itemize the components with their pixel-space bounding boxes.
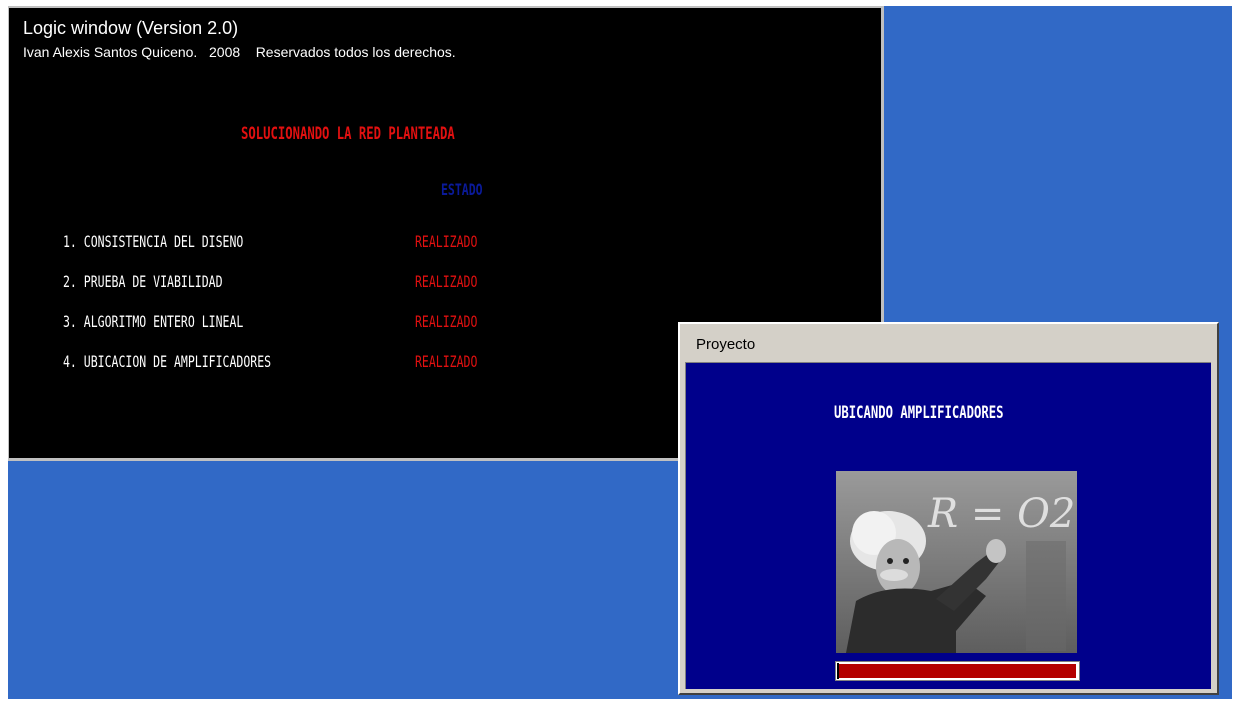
app-title: Logic window (Version 2.0) [23,18,239,38]
step-label: 3. ALGORITMO ENTERO LINEAL [63,312,244,331]
chalkboard-formula: R = O2 [927,491,1075,537]
progress-bar [835,661,1080,681]
dialog-title: Proyecto [696,336,756,353]
process-heading: SOLUCIONANDO LA RED PLANTEADA [241,124,455,144]
dialog-body: UBICANDO AMPLIFICADORES R = O2 [685,362,1211,689]
status-column-header: ESTADO [441,180,483,199]
step-label: 2. PRUEBA DE VIABILIDAD [63,272,223,291]
step-label: 1. CONSISTENCIA DEL DISENO [63,232,244,251]
step-label: 4. UBICACION DE AMPLIFICADORES [63,352,272,371]
step-status: REALIZADO [415,232,478,251]
progress-fill [839,664,1076,678]
dialog-message: UBICANDO AMPLIFICADORES [834,403,1004,423]
step-status: REALIZADO [415,352,478,371]
proyecto-dialog[interactable]: Proyecto UBICANDO AMPLIFICADORES R = O2 [678,322,1219,695]
scientist-chalkboard-image: R = O2 [836,471,1077,653]
step-status: REALIZADO [415,272,478,291]
copyright-notice: Ivan Alexis Santos Quiceno. 2008 Reserva… [23,44,456,60]
step-status: REALIZADO [415,312,478,331]
dialog-titlebar[interactable]: Proyecto [680,324,1217,360]
